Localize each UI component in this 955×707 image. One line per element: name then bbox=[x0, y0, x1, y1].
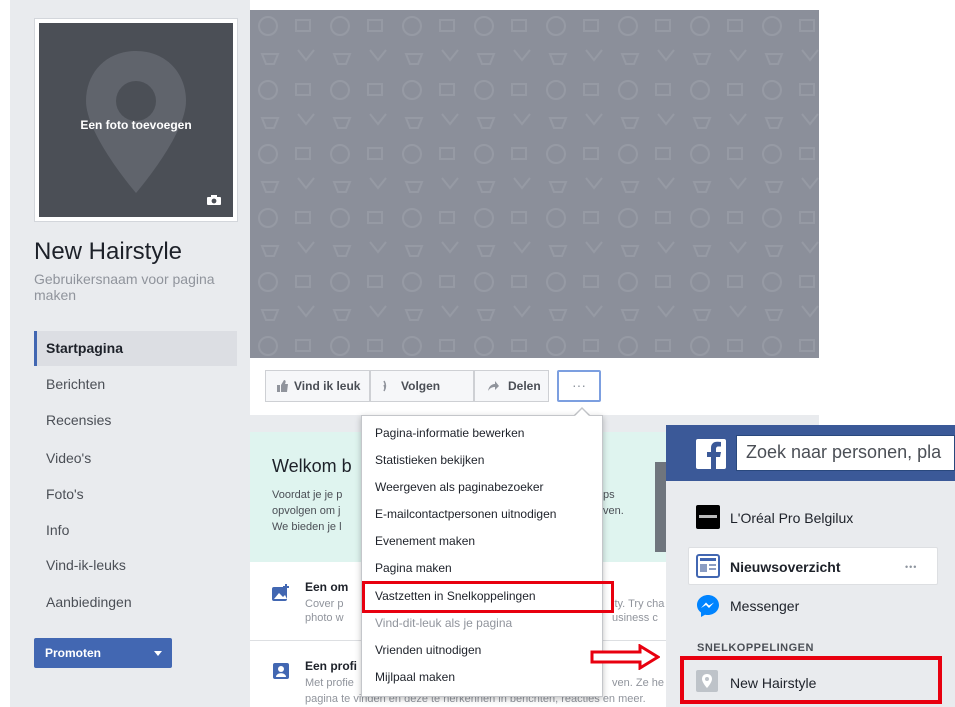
profile-placeholder: Een foto toevoegen bbox=[39, 23, 233, 217]
welcome-text-line: opvolgen om j bbox=[272, 505, 341, 517]
welcome-text-line: Voordat je je p bbox=[272, 489, 343, 501]
search-input[interactable]: Zoek naar personen, pla bbox=[736, 435, 955, 471]
welcome-text-fragment: ven. bbox=[603, 505, 624, 517]
card-title[interactable]: Een profi bbox=[305, 659, 357, 673]
nav-item-startpagina[interactable]: Startpagina bbox=[34, 331, 237, 366]
profile-picture[interactable]: Een foto toevoegen bbox=[34, 18, 238, 222]
more-dots-icon[interactable]: ••• bbox=[905, 562, 917, 572]
card-text: ity. Try cha bbox=[612, 598, 665, 610]
follow-label: Volgen bbox=[401, 379, 441, 393]
like-button[interactable]: Vind ik leuk bbox=[265, 370, 370, 402]
menu-item-like-as-page[interactable]: Vind-dit-leuk als je pagina bbox=[375, 616, 512, 630]
nav-item-aanbiedingen[interactable]: Aanbiedingen bbox=[34, 585, 237, 620]
sidebar-item-oreal[interactable]: L'Oréal Pro Belgilux bbox=[730, 510, 853, 526]
nav-item-fotos[interactable]: Foto's bbox=[34, 477, 237, 512]
card-text: usiness c bbox=[612, 612, 658, 624]
nav-item-info[interactable]: Info bbox=[34, 513, 237, 548]
welcome-text-fragment: ps bbox=[603, 489, 615, 501]
sidebar-item-messenger[interactable]: Messenger bbox=[730, 598, 799, 614]
promote-label: Promoten bbox=[45, 646, 102, 660]
messenger-icon bbox=[697, 595, 719, 617]
share-label: Delen bbox=[508, 379, 541, 393]
menu-item-invite-email-contacts[interactable]: E-mailcontactpersonen uitnodigen bbox=[375, 507, 556, 521]
menu-item-invite-friends[interactable]: Vrienden uitnodigen bbox=[375, 643, 481, 657]
menu-item-view-insights[interactable]: Statistieken bekijken bbox=[375, 453, 484, 467]
nav-item-berichten[interactable]: Berichten bbox=[34, 367, 237, 402]
card-text: photo w bbox=[305, 612, 344, 624]
shortcuts-heading: SNELKOPPELINGEN bbox=[697, 642, 814, 654]
cover-pattern bbox=[250, 10, 819, 358]
create-username-link[interactable]: Gebruikersnaam voor pagina maken bbox=[34, 271, 224, 303]
caret-down-icon[interactable] bbox=[154, 651, 162, 656]
share-arrow-icon bbox=[488, 381, 499, 391]
news-feed-icon bbox=[696, 554, 720, 578]
menu-item-view-as-visitor[interactable]: Weergeven als paginabezoeker bbox=[375, 480, 544, 494]
camera-icon[interactable] bbox=[207, 195, 221, 205]
menu-item-create-page[interactable]: Pagina maken bbox=[375, 561, 452, 575]
highlight-box bbox=[362, 581, 614, 613]
promote-button[interactable]: Promoten bbox=[34, 638, 172, 668]
sidebar-item-news-feed-label: Nieuwsoverzicht bbox=[730, 559, 841, 575]
facebook-logo-icon[interactable] bbox=[696, 439, 726, 469]
nav-item-recensies[interactable]: Recensies bbox=[34, 403, 237, 438]
nav-item-videos[interactable]: Video's bbox=[34, 441, 237, 476]
rss-icon bbox=[383, 380, 387, 392]
oreal-avatar bbox=[696, 505, 720, 529]
menu-item-create-milestone[interactable]: Mijlpaal maken bbox=[375, 670, 455, 684]
card-title[interactable]: Een om bbox=[305, 580, 348, 594]
welcome-text-line: We bieden je l bbox=[272, 521, 342, 533]
add-photo-label[interactable]: Een foto toevoegen bbox=[39, 118, 233, 132]
menu-item-edit-page-info[interactable]: Pagina-informatie bewerken bbox=[375, 426, 524, 440]
cover-photo[interactable] bbox=[250, 10, 819, 358]
cover-photo-icon bbox=[272, 584, 289, 601]
card-text: Cover p bbox=[305, 598, 344, 610]
profile-picture-icon bbox=[273, 663, 289, 679]
more-options-button[interactable]: ··· bbox=[557, 370, 601, 402]
card-text: ven. Ze he bbox=[612, 677, 664, 689]
menu-item-create-event[interactable]: Evenement maken bbox=[375, 534, 475, 548]
page-title: New Hairstyle bbox=[34, 238, 183, 265]
follow-button[interactable]: Volgen bbox=[370, 370, 474, 402]
nav-item-vind-ik-leuks[interactable]: Vind-ik-leuks bbox=[34, 548, 237, 583]
screenshot: Een foto toevoegen New Hairstyle Gebruik… bbox=[0, 0, 955, 707]
like-label: Vind ik leuk bbox=[294, 379, 361, 393]
menu-pointer-inner bbox=[575, 409, 589, 416]
welcome-title: Welkom b bbox=[272, 456, 352, 476]
card-text: Met profie bbox=[305, 677, 354, 689]
highlight-box bbox=[680, 656, 942, 704]
right-arrow-icon bbox=[590, 644, 660, 670]
share-button[interactable]: Delen bbox=[474, 370, 549, 402]
thumbs-up-icon bbox=[277, 380, 288, 392]
